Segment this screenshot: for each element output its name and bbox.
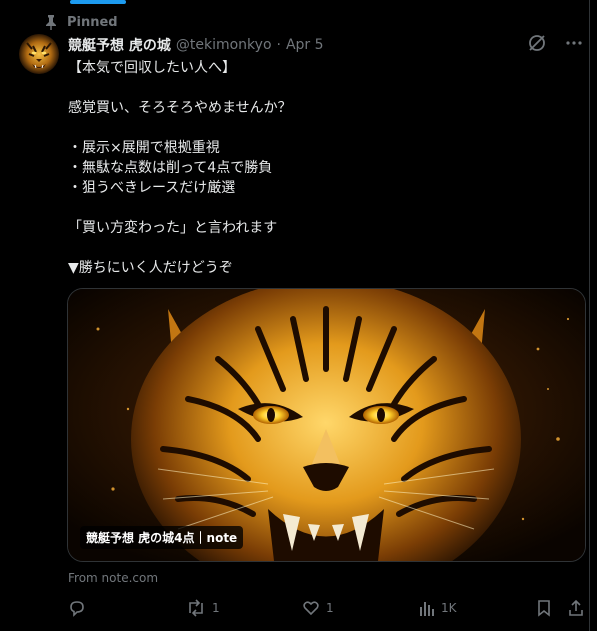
pinned-indicator: Pinned: [44, 13, 118, 31]
heart-icon: [302, 599, 320, 617]
tiger-card-image: [68, 289, 585, 561]
views-icon: [419, 599, 435, 617]
avatar[interactable]: [19, 34, 59, 74]
grok-icon[interactable]: [527, 33, 547, 57]
share-button[interactable]: [568, 598, 584, 618]
repost-count: 1: [212, 601, 220, 615]
bookmark-icon: [536, 599, 552, 617]
tweet-header: 競艇予想 虎の城 @tekimonkyo · Apr 5: [68, 35, 537, 55]
views-button[interactable]: 1K: [419, 598, 457, 618]
column-divider: [589, 0, 590, 631]
reply-icon: [68, 599, 86, 617]
tweet-date[interactable]: Apr 5: [286, 37, 324, 53]
header-separator: ·: [276, 37, 281, 53]
reply-button[interactable]: [68, 598, 92, 618]
repost-button[interactable]: 1: [186, 598, 220, 618]
views-count: 1K: [441, 601, 457, 615]
active-tab-indicator: [70, 0, 126, 4]
card-label: 競艇予想 虎の城4点｜note: [80, 526, 244, 549]
action-bar: 1 1 1K: [68, 598, 588, 618]
like-button[interactable]: 1: [302, 598, 334, 618]
bookmark-button[interactable]: [536, 598, 552, 618]
card-source-link[interactable]: From note.com: [68, 571, 158, 585]
link-card[interactable]: 競艇予想 虎の城4点｜note: [67, 288, 586, 562]
tiger-avatar-image: [19, 34, 59, 74]
more-options-icon[interactable]: [565, 34, 583, 56]
header-actions: [527, 35, 583, 55]
repost-icon: [186, 599, 206, 617]
share-icon: [568, 599, 584, 617]
display-name[interactable]: 競艇予想 虎の城: [68, 35, 171, 55]
tweet-text: 【本気で回収したい人へ】 感覚買い、そろそろやめませんか？ ・展示×展開で根拠重…: [68, 60, 292, 276]
pinned-label: Pinned: [67, 14, 118, 30]
pin-icon: [44, 14, 58, 30]
like-count: 1: [326, 601, 334, 615]
user-handle[interactable]: @tekimonkyo: [176, 37, 272, 53]
